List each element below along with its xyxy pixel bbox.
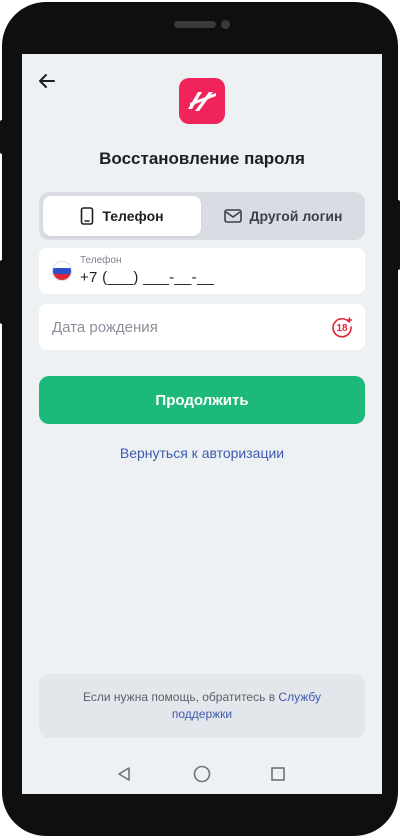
back-to-login-link[interactable]: Вернуться к авторизации (22, 445, 382, 461)
login-type-switch: Телефон Другой логин (39, 192, 365, 240)
birth-date-placeholder: Дата рождения (52, 319, 158, 336)
circle-home-icon[interactable] (192, 764, 212, 784)
age-18-plus-icon: 18 (332, 317, 353, 338)
smartphone-icon (81, 207, 94, 225)
arrow-left-icon (39, 74, 55, 88)
tab-other-login[interactable]: Другой логин (203, 196, 363, 236)
svg-text:18: 18 (336, 323, 348, 334)
phone-input[interactable]: Телефон +7 (___) ___-__-__ (39, 248, 365, 294)
phone-frame: Восстановление пароля Телефон Другой лог… (2, 2, 398, 836)
triangle-back-icon[interactable] (114, 764, 134, 784)
square-recents-icon[interactable] (268, 764, 288, 784)
phone-input-label: Телефон (80, 255, 122, 266)
app-screen: Восстановление пароля Телефон Другой лог… (22, 54, 382, 794)
tab-phone-label: Телефон (102, 208, 164, 224)
tab-phone[interactable]: Телефон (43, 196, 201, 236)
birth-date-input[interactable]: Дата рождения 18 (39, 304, 365, 350)
speaker-grille (174, 21, 216, 28)
phone-input-value: +7 (___) ___-__-__ (80, 269, 215, 286)
page-title: Восстановление пароля (99, 149, 305, 168)
side-button-upper-left (0, 120, 4, 154)
brand-logo-icon (179, 78, 225, 124)
envelope-icon (223, 209, 242, 223)
russia-flag-icon[interactable] (52, 261, 72, 281)
system-navigation-bar (22, 754, 382, 794)
front-camera (221, 20, 230, 29)
side-button-right (396, 200, 400, 270)
help-text: Если нужна помощь, обратитесь в (83, 690, 279, 704)
back-button[interactable] (34, 68, 60, 94)
side-button-lower-left (0, 260, 4, 324)
continue-button[interactable]: Продолжить (39, 376, 365, 424)
help-notice: Если нужна помощь, обратитесь в Службу п… (39, 674, 365, 738)
tab-other-login-label: Другой логин (249, 208, 343, 224)
